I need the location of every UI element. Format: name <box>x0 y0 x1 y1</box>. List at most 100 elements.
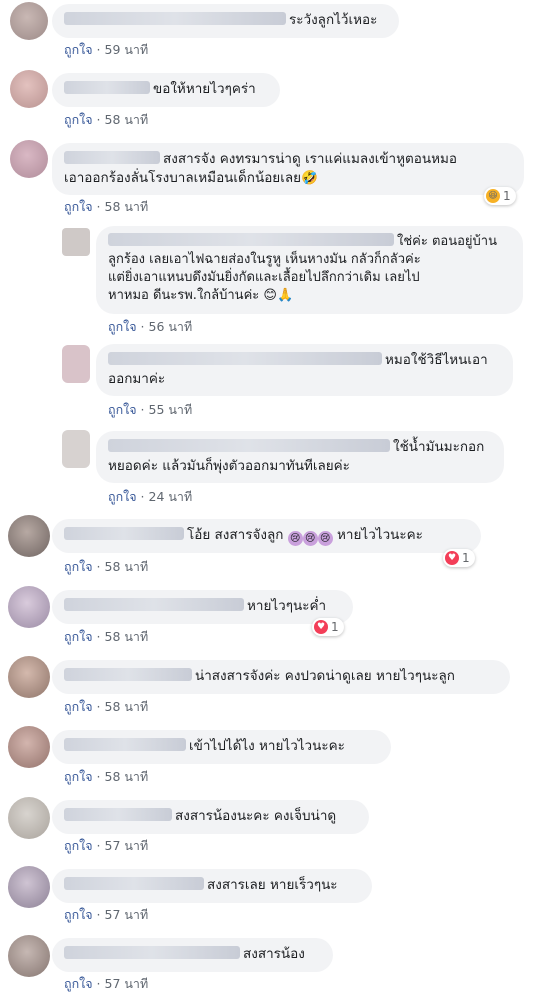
comment-text-a: โอ้ย สงสารจังลูก <box>187 527 284 543</box>
comment-text-b: หายไวไวนะคะ <box>337 527 423 543</box>
avatar[interactable] <box>62 345 90 383</box>
comment-meta: ถูกใจ · 24 นาที <box>108 489 193 504</box>
blurred-author-name[interactable] <box>64 808 172 821</box>
comment-meta: ถูกใจ · 58 นาที <box>64 699 149 714</box>
blurred-author-name[interactable] <box>64 668 192 681</box>
heart-reaction-icon: ♥ <box>445 551 459 565</box>
like-link[interactable]: ถูกใจ <box>64 769 93 784</box>
blurred-author-name[interactable] <box>108 352 382 365</box>
avatar[interactable] <box>10 2 48 40</box>
avatar[interactable] <box>8 866 50 908</box>
avatar[interactable] <box>8 935 50 977</box>
comment-bubble: สงสารน้องนะคะ คงเจ็บน่าดู <box>52 800 369 834</box>
avatar[interactable] <box>8 726 50 768</box>
like-link[interactable]: ถูกใจ <box>108 489 137 504</box>
comment-text: เข้าไปได้ไง หายไวไวนะคะ <box>189 738 345 754</box>
comment-bubble: สงสารจัง คงทรมารน่าดู เราแค่แมลงเข้าหูตอ… <box>52 143 524 195</box>
like-link[interactable]: ถูกใจ <box>64 42 93 57</box>
heart-reaction-icon: ♥ <box>314 620 328 634</box>
avatar[interactable] <box>62 228 90 256</box>
blurred-author-name[interactable] <box>64 12 286 25</box>
timestamp[interactable]: 58 นาที <box>105 699 149 714</box>
comment-text-line-3: แต่ยิ่งเอาแหนบดึงมันยิ่งกัดและเลื้อยไปลึ… <box>108 270 420 285</box>
comment-meta: ถูกใจ · 55 นาที <box>108 402 193 417</box>
comment-text: น่าสงสารจังค่ะ คงปวดน่าดูเลย หายไวๆนะลูก <box>195 668 455 684</box>
comment-meta: ถูกใจ · 57 นาที <box>64 838 149 853</box>
comment-text-line-1: สงสารจัง คงทรมารน่าดู เราแค่แมลงเข้าหูตอ… <box>163 151 458 167</box>
comment-bubble: สงสารเลย หายเร็วๆนะ <box>52 869 372 903</box>
like-link[interactable]: ถูกใจ <box>64 838 93 853</box>
comment-text: สงสารน้องนะคะ คงเจ็บน่าดู <box>175 808 337 824</box>
comment-meta: ถูกใจ · 58 นาที <box>64 559 149 574</box>
comment-bubble: น่าสงสารจังค่ะ คงปวดน่าดูเลย หายไวๆนะลูก <box>52 660 510 694</box>
timestamp[interactable]: 56 นาที <box>149 319 193 334</box>
blurred-author-name[interactable] <box>64 877 204 890</box>
like-link[interactable]: ถูกใจ <box>64 976 93 991</box>
crying-emoji-icon: 😢 <box>302 531 318 546</box>
timestamp[interactable]: 58 นาที <box>105 559 149 574</box>
blurred-author-name[interactable] <box>108 233 394 246</box>
comment-meta: ถูกใจ · 58 นาที <box>64 112 149 127</box>
like-link[interactable]: ถูกใจ <box>64 907 93 922</box>
comment-bubble: ขอให้หายไวๆคร่า <box>52 73 280 107</box>
comment-bubble: หายไวๆนะค่ำ <box>52 590 353 624</box>
reaction-summary[interactable]: ♥ 1 <box>312 618 344 636</box>
like-link[interactable]: ถูกใจ <box>64 112 93 127</box>
comment-text-line-2: ลูกร้อง เลยเอาไฟฉายส่องในรูหู เห็นหางมัน… <box>108 252 421 267</box>
avatar[interactable] <box>8 586 50 628</box>
blurred-author-name[interactable] <box>108 439 390 452</box>
blurred-author-name[interactable] <box>64 151 160 164</box>
timestamp[interactable]: 58 นาที <box>105 769 149 784</box>
blurred-author-name[interactable] <box>64 527 184 540</box>
comment-text-line-1: หมอใช้วิธีไหนเอา <box>385 352 488 368</box>
haha-reaction-icon: 😆 <box>486 189 500 203</box>
avatar[interactable] <box>10 70 48 108</box>
comment-text: สงสารเลย หายเร็วๆนะ <box>207 877 338 893</box>
comment-meta: ถูกใจ · 56 นาที <box>108 319 193 334</box>
timestamp[interactable]: 57 นาที <box>105 907 149 922</box>
timestamp[interactable]: 57 นาที <box>105 838 149 853</box>
comment-bubble: โอ้ย สงสารจังลูก 😢 😢 😢 หายไวไวนะคะ <box>52 519 481 553</box>
reaction-summary[interactable]: ♥ 1 <box>443 549 475 567</box>
blurred-author-name[interactable] <box>64 946 240 959</box>
comment-bubble: ใช้น้ำมันมะกอก หยอดค่ะ แล้วมันก็พุ่งตัวอ… <box>96 431 504 483</box>
like-link[interactable]: ถูกใจ <box>64 199 93 214</box>
reaction-count: 1 <box>462 551 470 565</box>
like-link[interactable]: ถูกใจ <box>108 319 137 334</box>
reaction-summary[interactable]: 😆 1 <box>484 187 516 205</box>
blurred-author-name[interactable] <box>64 81 150 94</box>
comment-meta: ถูกใจ · 58 นาที <box>64 629 149 644</box>
crying-emoji-icon: 😢 <box>317 531 333 546</box>
like-link[interactable]: ถูกใจ <box>64 699 93 714</box>
timestamp[interactable]: 24 นาที <box>149 489 193 504</box>
avatar[interactable] <box>10 140 48 178</box>
comment-meta: ถูกใจ · 57 นาที <box>64 976 149 991</box>
timestamp[interactable]: 57 นาที <box>105 976 149 991</box>
avatar[interactable] <box>8 656 50 698</box>
reaction-count: 1 <box>331 620 339 634</box>
timestamp[interactable]: 59 นาที <box>105 42 149 57</box>
avatar[interactable] <box>8 515 50 557</box>
comment-text-line-2: หยอดค่ะ แล้วมันก็พุ่งตัวออกมาทันทีเลยค่ะ <box>108 458 350 474</box>
blurred-author-name[interactable] <box>64 738 186 751</box>
timestamp[interactable]: 58 นาที <box>105 629 149 644</box>
comment-text-line-2: ออกมาค่ะ <box>108 371 166 387</box>
timestamp[interactable]: 55 นาที <box>149 402 193 417</box>
pray-emoji-icon: 🙏 <box>276 288 294 303</box>
like-link[interactable]: ถูกใจ <box>108 402 137 417</box>
comment-meta: ถูกใจ · 59 นาที <box>64 42 149 57</box>
avatar[interactable] <box>62 430 90 468</box>
like-link[interactable]: ถูกใจ <box>64 559 93 574</box>
comment-bubble: หมอใช้วิธีไหนเอา ออกมาค่ะ <box>96 344 513 396</box>
reaction-count: 1 <box>503 189 511 203</box>
comment-text: สงสารน้อง <box>243 946 305 962</box>
crying-emoji-icon: 😢 <box>287 531 303 546</box>
timestamp[interactable]: 58 นาที <box>105 199 149 214</box>
blurred-author-name[interactable] <box>64 598 244 611</box>
like-link[interactable]: ถูกใจ <box>64 629 93 644</box>
timestamp[interactable]: 58 นาที <box>105 112 149 127</box>
comment-text-line-4: หาหมอ ดีนะรพ.ใกล้บ้านค่ะ <box>108 288 260 303</box>
comment-meta: ถูกใจ · 58 นาที <box>64 199 149 214</box>
avatar[interactable] <box>8 797 50 839</box>
comment-text: ระวังลูกไว้เหอะ <box>289 12 378 28</box>
